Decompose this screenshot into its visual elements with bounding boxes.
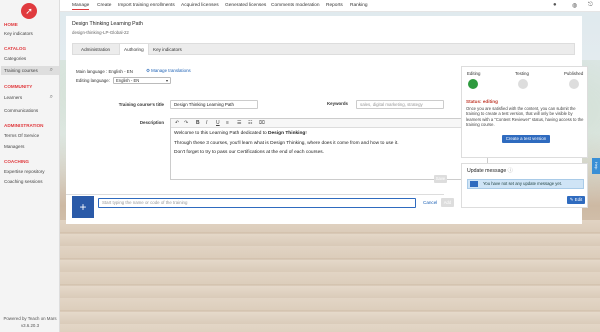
sidebar-item-managers[interactable]: Managers	[1, 142, 59, 151]
description-label: Description	[139, 120, 164, 125]
code-icon[interactable]: ⌧	[259, 120, 265, 126]
desc-text: !	[305, 131, 307, 136]
menu-import-enrollments[interactable]: Import training enrollments	[118, 3, 175, 8]
sidebar: ➚ HOME Key indicators CATALOG Categories…	[0, 0, 60, 332]
sidebar-item-training-courses[interactable]: Training courses ⌕	[1, 66, 59, 75]
powered-by: Powered by Teach on Mars	[3, 316, 57, 321]
description-paragraph-2: Through these 3 courses, you'll learn wh…	[174, 140, 399, 146]
align-icon[interactable]: ≡	[226, 120, 229, 126]
bold-icon[interactable]: B	[196, 120, 200, 126]
menu-acquired-licenses[interactable]: Acquired licenses	[181, 3, 219, 8]
tab-key-indicators[interactable]: Key indicators	[153, 47, 182, 52]
sidebar-item-key-indicators[interactable]: Key indicators	[1, 29, 59, 38]
update-message-title: Update message ⓘ	[467, 167, 513, 174]
menu-comments-moderation[interactable]: Comments moderation	[271, 3, 320, 8]
manage-translations-link[interactable]: ⚙ Manage translations	[146, 68, 191, 74]
sidebar-section-catalog: CATALOG	[4, 46, 27, 51]
plus-icon[interactable]: +	[72, 196, 94, 218]
cancel-button[interactable]: Cancel	[423, 200, 437, 205]
create-test-version-button[interactable]: Create a test version	[502, 135, 550, 143]
help-tab[interactable]: Help	[592, 158, 600, 174]
numbered-list-icon[interactable]: ☷	[248, 120, 252, 126]
underline-icon[interactable]: U	[216, 120, 220, 126]
editing-language-select[interactable]: English - EN ▾	[113, 77, 171, 84]
tab-administration[interactable]: Administration	[81, 47, 110, 52]
sidebar-item-learners[interactable]: Learners ⌕	[1, 93, 59, 102]
add-training-input[interactable]: Start typing the name or code of the tra…	[98, 198, 416, 208]
step-editing-indicator	[468, 79, 478, 89]
editor-content[interactable]: Welcome to this Learning Path dedicated …	[171, 128, 487, 163]
update-info-text: You have not set any update message yet.	[483, 181, 562, 186]
menu-ranking[interactable]: Ranking	[350, 3, 368, 8]
status-label: Status: editing	[466, 99, 498, 104]
background-wood	[60, 220, 600, 332]
status-description: Once you are satisfied with the content,…	[466, 106, 584, 128]
save-button[interactable]: Save	[434, 175, 447, 183]
bullet-list-icon[interactable]: ☰	[237, 120, 241, 126]
redo-icon[interactable]: ↷	[184, 120, 188, 126]
editing-language-label: Editing language:	[76, 78, 110, 83]
info-icon	[470, 181, 478, 187]
page-subtitle: design-thinking-LP-Global-22	[72, 30, 129, 35]
tab-authoring[interactable]: Authoring	[119, 44, 149, 55]
sidebar-item-coaching-sessions[interactable]: Coaching sessions	[1, 177, 59, 186]
chevron-down-icon: ▾	[165, 78, 168, 83]
description-paragraph-1: Welcome to this Learning Path dedicated …	[174, 131, 484, 137]
title-label: Training course's title	[118, 102, 164, 107]
sidebar-item-label: Learners	[4, 95, 23, 100]
step-published-indicator	[569, 79, 579, 89]
description-paragraph-3: Don't forget to try to pass our Certific…	[174, 150, 324, 156]
sidebar-section-coaching: COACHING	[4, 159, 30, 164]
italic-icon[interactable]: I	[206, 120, 207, 126]
menu-manage[interactable]: Manage	[72, 3, 90, 10]
logout-icon[interactable]: ⎋	[588, 2, 593, 9]
menu-generated-licenses[interactable]: Generated licenses	[225, 3, 266, 8]
workflow-panel: Editing Testing Published Status: editin…	[461, 66, 588, 158]
description-editor[interactable]: ↶ ↷ B I U ≡ ☰ ☷ ⌧ Welcome to this Learni…	[170, 118, 488, 180]
step-editing-label: Editing	[467, 71, 481, 76]
update-info-box: You have not set any update message yet.	[467, 179, 584, 189]
edit-label: Edit	[574, 197, 583, 202]
edit-button[interactable]: ✎ Edit	[567, 196, 585, 204]
desc-bold-text: Design Thinking	[268, 131, 306, 136]
page-title: Design Thinking Learning Path	[72, 21, 143, 27]
sidebar-item-expertise-repository[interactable]: Expertise repository	[1, 167, 59, 176]
step-published-label: Published	[564, 71, 584, 76]
sidebar-item-communications[interactable]: Communications	[1, 106, 59, 115]
sidebar-section-administration: ADMINISTRATION	[4, 123, 44, 128]
settings-icon: ⚙	[146, 68, 150, 73]
globe-icon[interactable]: ◍	[572, 2, 577, 9]
undo-icon[interactable]: ↶	[175, 120, 179, 126]
title-input[interactable]: Design Thinking Learning Path	[170, 100, 258, 109]
menu-create[interactable]: Create	[97, 3, 111, 8]
add-button[interactable]: Add	[441, 198, 454, 207]
sidebar-item-terms-of-service[interactable]: Terms Of Service	[1, 131, 59, 140]
sidebar-item-categories[interactable]: Categories	[1, 54, 59, 63]
step-testing-indicator	[518, 79, 528, 89]
pencil-icon: ✎	[569, 197, 574, 202]
search-icon[interactable]: ⌕	[50, 66, 53, 75]
user-icon[interactable]: ●	[553, 2, 557, 8]
tab-bar: Administration Authoring Key indicators	[72, 43, 575, 55]
search-icon[interactable]: ⌕	[50, 93, 53, 102]
update-message-title-text: Update message	[467, 168, 507, 174]
menu-reports[interactable]: Reports	[326, 3, 343, 8]
sidebar-item-label: Training courses	[4, 68, 38, 73]
app-logo-icon[interactable]: ➚	[21, 3, 37, 19]
keywords-label: Keywords	[327, 101, 348, 106]
desc-text: Welcome to this Learning Path dedicated …	[174, 131, 269, 136]
editing-language-value: English - EN	[116, 78, 140, 83]
manage-translations-label: Manage translations	[151, 68, 191, 73]
main-language: Main language : English - EN	[76, 69, 133, 74]
sidebar-section-community: COMMUNITY	[4, 84, 33, 89]
keywords-input[interactable]: sales, digital marketing, strategy	[356, 100, 444, 109]
update-message-panel: Update message ⓘ You have not set any up…	[461, 163, 588, 208]
editor-toolbar: ↶ ↷ B I U ≡ ☰ ☷ ⌧	[171, 119, 487, 128]
help-circle-icon[interactable]: ⓘ	[508, 168, 513, 174]
sidebar-section-home: HOME	[4, 22, 18, 27]
version-label: v3.6.20.3	[20, 323, 40, 328]
top-menu: Manage Create Import training enrollment…	[60, 0, 600, 12]
step-testing-label: Testing	[515, 71, 529, 76]
